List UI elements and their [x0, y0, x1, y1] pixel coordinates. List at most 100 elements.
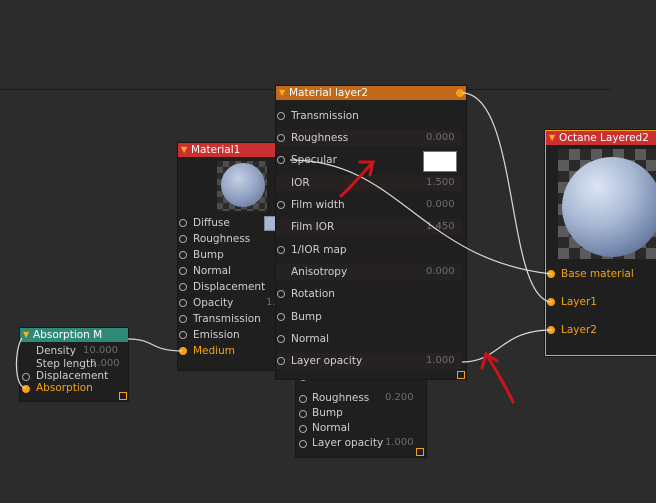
row-label: Film width [291, 199, 345, 211]
material-layer2-node[interactable]: ▼ Material layer2 Transmission Roughness… [276, 86, 466, 379]
row-value[interactable]: 0.000 [426, 197, 455, 213]
row-value[interactable]: 1.000 [426, 353, 455, 369]
row-value[interactable]: 10.000 [83, 345, 118, 357]
material1-row-normal: Normal [178, 263, 278, 279]
layered-row-layer1: Layer1 [546, 294, 656, 310]
collapse-triangle-icon[interactable]: ▼ [23, 328, 29, 342]
row-label: Specular [291, 154, 337, 166]
material1-row-diffuse: Diffuse [178, 215, 278, 231]
input-socket[interactable] [179, 235, 187, 243]
input-socket[interactable] [277, 357, 285, 365]
input-socket[interactable] [179, 315, 187, 323]
row-label: Absorption [36, 382, 93, 394]
wire-to-layer2 [461, 329, 553, 363]
input-socket[interactable] [277, 290, 285, 298]
collapse-triangle-icon[interactable]: ▼ [549, 131, 555, 145]
input-socket[interactable] [179, 331, 187, 339]
row-label: Layer opacity [312, 437, 384, 449]
row-value[interactable]: 0.200 [385, 390, 414, 406]
layered-row-base-material: Base material [546, 266, 656, 282]
absorption-row-density: Density 10.000 [20, 345, 128, 357]
input-socket[interactable] [179, 267, 187, 275]
row-value[interactable]: 0.000 [426, 130, 455, 146]
node-row-normal: Normal [296, 420, 426, 436]
row-label: Roughness [312, 392, 370, 404]
row-value[interactable]: 1.500 [426, 175, 455, 191]
absorption-row-step-length: Step length 1.000 [20, 358, 128, 370]
input-socket[interactable] [299, 395, 307, 403]
row-value[interactable]: 0.000 [426, 264, 455, 280]
annotation-arrow-layer-opacity [480, 351, 515, 404]
input-socket[interactable] [22, 373, 30, 381]
row-label: Bump [312, 407, 343, 419]
row-value[interactable]: 1.000 [385, 435, 414, 451]
input-socket[interactable] [179, 283, 187, 291]
input-socket[interactable] [277, 313, 285, 321]
absorption-header[interactable]: ▼ Absorption M [20, 328, 128, 342]
row-label: Anisotropy [291, 266, 348, 278]
row-value[interactable]: 1.450 [426, 219, 455, 235]
material1-header[interactable]: ▼ Material1 [178, 143, 278, 157]
input-socket[interactable] [299, 425, 307, 433]
row-value[interactable]: 1.000 [91, 358, 120, 370]
wire-layer-output-to-layer1 [461, 92, 553, 303]
input-socket[interactable] [277, 156, 285, 164]
layer2-row-ior: IOR 1.500 [276, 175, 462, 191]
collapse-triangle-icon[interactable]: ▼ [181, 143, 187, 157]
input-socket-connected[interactable] [547, 298, 555, 306]
row-label: Displacement [36, 370, 109, 382]
resize-handle-icon[interactable] [416, 448, 424, 456]
input-socket[interactable] [179, 299, 187, 307]
output-socket[interactable] [456, 89, 464, 97]
row-label: Transmission [291, 110, 359, 122]
layer2-row-normal: Normal [276, 331, 462, 347]
material1-row-emission: Emission [178, 327, 278, 343]
material1-row-medium: Medium [178, 343, 278, 359]
layer2-row-bump: Bump [276, 309, 462, 325]
resize-handle-icon[interactable] [119, 392, 127, 400]
sheen-layer-node[interactable]: Sheen Roughness 0.200 Bump Normal Layer … [296, 371, 426, 457]
row-label: Normal [193, 265, 231, 277]
preview-sphere [562, 157, 656, 257]
row-label: Medium [193, 345, 235, 357]
input-socket[interactable] [277, 134, 285, 142]
preview-sphere [221, 163, 265, 207]
row-label: Layer1 [561, 296, 597, 308]
input-socket[interactable] [277, 335, 285, 343]
octane-layered2-node[interactable]: ▼ Octane Layered2 Base material Layer1 L… [545, 130, 656, 356]
row-label: Rotation [291, 288, 335, 300]
row-label: Displacement [193, 281, 266, 293]
row-label: Normal [312, 422, 350, 434]
layer2-row-anisotropy: Anisotropy 0.000 [276, 264, 462, 280]
resize-handle-icon[interactable] [457, 371, 465, 379]
input-socket[interactable] [179, 219, 187, 227]
input-socket-connected[interactable] [547, 326, 555, 334]
node-title: Octane Layered2 [559, 132, 649, 144]
material1-node[interactable]: ▼ Material1 Diffuse Roughness Bump Norma… [178, 143, 278, 370]
material-preview-thumbnail [217, 161, 267, 211]
input-socket-connected[interactable] [179, 347, 187, 355]
input-socket[interactable] [299, 410, 307, 418]
material-layer2-header[interactable]: ▼ Material layer2 [276, 86, 466, 100]
input-socket[interactable] [277, 246, 285, 254]
input-socket[interactable] [179, 251, 187, 259]
row-label: IOR [291, 177, 310, 189]
input-socket-connected[interactable] [547, 270, 555, 278]
input-socket[interactable] [277, 112, 285, 120]
wire-absorption-to-medium [127, 338, 183, 352]
material1-row-transmission: Transmission [178, 311, 278, 327]
row-value[interactable]: 1. [266, 295, 276, 311]
material1-row-bump: Bump [178, 247, 278, 263]
octane-layered2-header[interactable]: ▼ Octane Layered2 [546, 131, 656, 145]
absorption-medium-node[interactable]: ▼ Absorption M Density 10.000 Step lengt… [20, 328, 128, 401]
layered-preview-render [558, 149, 656, 259]
layer2-row-film-width: Film width 0.000 [276, 197, 462, 213]
row-label: Step length [36, 358, 97, 370]
collapse-triangle-icon[interactable]: ▼ [279, 86, 285, 100]
specular-color-swatch[interactable] [423, 151, 457, 172]
input-socket[interactable] [277, 201, 285, 209]
row-label: Diffuse [193, 217, 230, 229]
row-label: Normal [291, 333, 329, 345]
input-socket[interactable] [299, 440, 307, 448]
output-socket[interactable] [22, 385, 30, 393]
